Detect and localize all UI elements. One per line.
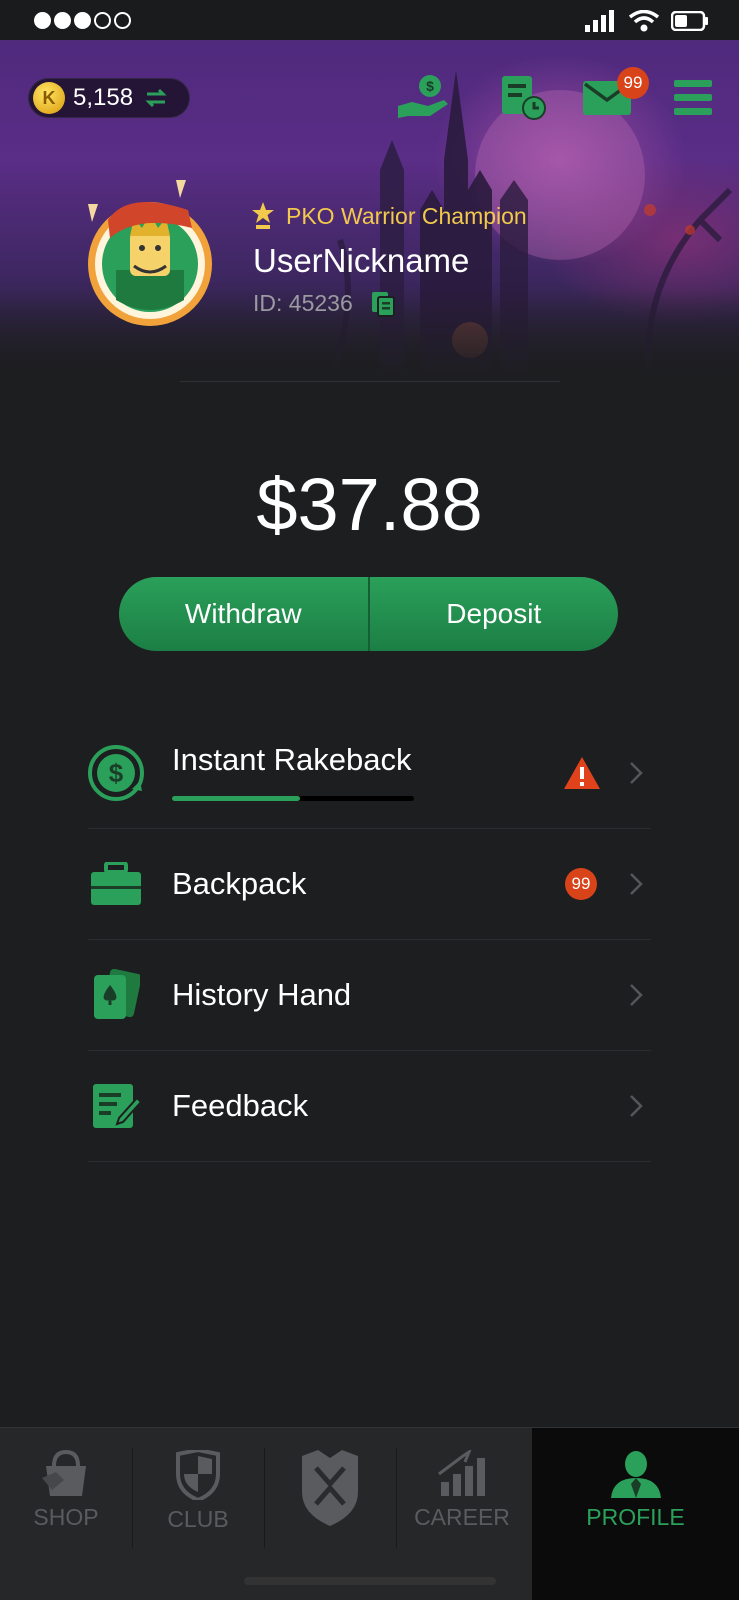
- shopping-bag-icon: [42, 1450, 86, 1496]
- edit-note-icon: [93, 1084, 141, 1128]
- bottom-navigation: SHOP CLUB CAREER PROFILE: [0, 1427, 739, 1600]
- wifi-icon: [629, 10, 659, 32]
- account-balance: $37.88: [256, 463, 483, 546]
- coin-icon: K: [33, 82, 65, 114]
- chevron-right-icon: [630, 1095, 643, 1117]
- user-id: ID: 45236: [253, 290, 353, 316]
- menu-item-label: Backpack: [172, 866, 307, 901]
- nickname: UserNickname: [253, 242, 470, 279]
- avatar[interactable]: [68, 170, 218, 330]
- tab-label: SHOP: [33, 1504, 99, 1530]
- playing-cards-icon: [94, 969, 140, 1019]
- menu-hamburger-icon[interactable]: [674, 80, 712, 116]
- growth-chart-icon: [438, 1450, 485, 1496]
- svg-text:$: $: [109, 758, 124, 788]
- tab-label: PROFILE: [586, 1504, 685, 1530]
- tab-shop[interactable]: SHOP: [0, 1428, 132, 1600]
- menu-item-label: Feedback: [172, 1088, 309, 1123]
- mail-unread-badge: 99: [617, 67, 649, 99]
- home-indicator: [244, 1577, 496, 1585]
- menu-item-label: Instant Rakeback: [172, 742, 412, 777]
- profile-menu: $ Instant Rakeback Backpack 99 History H…: [88, 718, 651, 1162]
- cellular-signal-dots: [34, 12, 131, 29]
- deposit-button[interactable]: Deposit: [369, 577, 618, 651]
- tab-profile[interactable]: PROFILE: [532, 1428, 739, 1600]
- dollar-refresh-icon: $: [88, 745, 144, 801]
- profile-person-icon: [610, 1451, 661, 1498]
- menu-item-backpack[interactable]: Backpack 99: [88, 829, 651, 940]
- tab-label: CAREER: [414, 1504, 510, 1530]
- player-title: PKO Warrior Champion: [286, 202, 527, 229]
- shield-icon: [176, 1450, 220, 1500]
- status-bar: [0, 0, 739, 40]
- halloween-king-avatar-icon: [88, 180, 212, 326]
- copy-icon[interactable]: [371, 291, 395, 317]
- records-clock-icon[interactable]: [500, 72, 548, 122]
- exchange-arrows-icon[interactable]: [145, 87, 167, 109]
- rakeback-progress-bar: [172, 796, 414, 801]
- tab-lobby[interactable]: [264, 1428, 396, 1600]
- menu-item-instant-rakeback[interactable]: $ Instant Rakeback: [88, 718, 651, 829]
- briefcase-icon: [91, 862, 141, 905]
- trophy-star-icon: [252, 202, 274, 229]
- menu-item-feedback[interactable]: Feedback: [88, 1051, 651, 1162]
- coin-amount: 5,158: [73, 84, 134, 111]
- chevron-right-icon: [630, 873, 643, 895]
- menu-item-history-hand[interactable]: History Hand: [88, 940, 651, 1051]
- warning-icon: [564, 757, 600, 789]
- withdraw-button[interactable]: Withdraw: [119, 577, 368, 651]
- coin-balance-pill[interactable]: K 5,158: [28, 78, 190, 118]
- tab-club[interactable]: CLUB: [132, 1428, 264, 1600]
- cashier-hand-icon[interactable]: $: [394, 72, 452, 122]
- backpack-count-badge: 99: [565, 868, 597, 900]
- tab-career[interactable]: CAREER: [396, 1428, 528, 1600]
- cash-actions: Withdraw Deposit: [119, 577, 618, 651]
- chevron-right-icon: [630, 762, 643, 784]
- signal-bars-icon: [585, 10, 614, 32]
- chevron-right-icon: [630, 984, 643, 1006]
- tab-label: CLUB: [167, 1506, 229, 1532]
- svg-text:$: $: [426, 78, 434, 94]
- crest-logo-icon: [302, 1450, 358, 1526]
- battery-icon: [671, 11, 708, 31]
- menu-item-label: History Hand: [172, 977, 352, 1012]
- rakeback-progress-fill: [172, 796, 301, 801]
- divider: [180, 381, 560, 382]
